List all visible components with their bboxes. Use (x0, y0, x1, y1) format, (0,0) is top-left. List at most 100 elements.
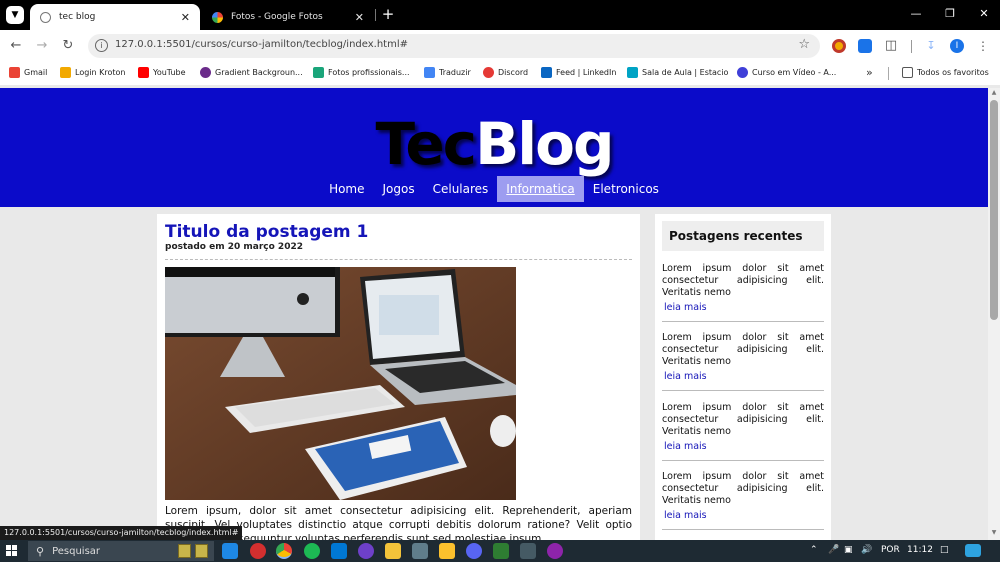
spotify-icon[interactable] (304, 543, 320, 559)
play-icon (737, 67, 748, 78)
recent-post-text: Lorem ipsum dolor sit amet consectetur a… (662, 471, 824, 506)
bookmark-discord[interactable]: Discord (483, 67, 528, 78)
taskbar-search[interactable]: ⚲ Pesquisar (28, 541, 214, 561)
app-icon[interactable] (412, 543, 428, 559)
address-bar[interactable]: i 127.0.0.1:5501/cursos/curso-jamilton/t… (88, 34, 820, 58)
extension-icon[interactable] (832, 39, 846, 53)
main-menu: Home Jogos Celulares Informatica Eletron… (0, 176, 988, 202)
download-icon[interactable]: ↧ (924, 39, 938, 53)
language-indicator[interactable]: POR (881, 545, 900, 555)
microphone-icon[interactable]: 🎤 (828, 545, 839, 555)
recent-post-divider (662, 321, 824, 322)
bookmarks-overflow-icon[interactable]: » (866, 66, 873, 79)
app-icon[interactable] (547, 543, 563, 559)
menu-item-eletronicos[interactable]: Eletronicos (584, 176, 668, 202)
estacio-icon (627, 67, 638, 78)
menu-item-celulares[interactable]: Celulares (424, 176, 498, 202)
globe-icon (40, 11, 51, 23)
post-image (165, 267, 516, 500)
bookmark-gmail[interactable]: Gmail (9, 67, 47, 78)
minimize-icon[interactable]: — (906, 7, 926, 20)
site-logo[interactable]: TecBlog (0, 110, 988, 178)
github-icon[interactable] (358, 543, 374, 559)
bookmark-all-folder[interactable]: Todos os favoritos (902, 67, 989, 78)
bookmark-gradient[interactable]: Gradient Backgroun... (200, 67, 303, 78)
edge-icon[interactable] (222, 543, 238, 559)
bookmark-linkedin[interactable]: Feed | LinkedIn (541, 67, 616, 78)
tab-search-chevron-icon[interactable]: ▼ (6, 6, 24, 24)
restore-icon[interactable]: ❐ (940, 7, 960, 20)
chrome-icon[interactable] (276, 543, 292, 559)
recent-post-divider (662, 460, 824, 461)
opera-icon[interactable] (250, 543, 266, 559)
close-icon[interactable]: ✕ (181, 11, 190, 24)
post-divider (165, 259, 632, 260)
file-explorer-icon[interactable] (385, 543, 401, 559)
tab-title: tec blog (59, 12, 96, 22)
status-bar-url: 127.0.0.1:5501/cursos/curso-jamilton/tec… (0, 526, 243, 540)
notifications-icon[interactable]: □ (940, 545, 949, 555)
volume-icon[interactable]: 🔊 (861, 545, 872, 555)
page-scrollbar[interactable]: ▲ ▼ (988, 88, 1000, 540)
read-more-link[interactable]: leia mais (664, 441, 824, 452)
search-icon: ⚲ (36, 544, 45, 558)
recent-post-text: Lorem ipsum dolor sit amet consectetur a… (662, 263, 824, 298)
bookmark-curso-em-video[interactable]: Curso em Vídeo - A... (737, 67, 836, 78)
search-highlight-icon (178, 544, 191, 558)
bookmark-traduzir[interactable]: Traduzir (424, 67, 471, 78)
bookmark-estacio[interactable]: Sala de Aula | Estacio (627, 67, 728, 78)
recent-post-item: Lorem ipsum dolor sit amet consectetur a… (662, 402, 824, 461)
browser-toolbar: ← → ↻ i 127.0.0.1:5501/cursos/curso-jami… (0, 30, 1000, 61)
recent-post-divider (662, 529, 824, 530)
kroton-icon (60, 67, 71, 78)
folder-icon (902, 67, 913, 78)
translate-icon (424, 67, 435, 78)
menu-item-jogos[interactable]: Jogos (374, 176, 424, 202)
clock[interactable]: 11:12 (907, 545, 933, 555)
bookmark-star-icon[interactable]: ☆ (798, 37, 810, 52)
vscode-icon[interactable] (331, 543, 347, 559)
scroll-up-arrow-icon[interactable]: ▲ (988, 89, 1000, 96)
tray-chevron-icon[interactable]: ⌃ (810, 545, 818, 555)
tab-tec-blog[interactable]: tec blog ✕ (30, 4, 200, 30)
site-info-icon[interactable]: i (95, 39, 108, 52)
menu-item-informatica[interactable]: Informatica (497, 176, 584, 202)
app-icon[interactable] (493, 543, 509, 559)
app-icon[interactable] (520, 543, 536, 559)
windows-start-icon[interactable] (6, 545, 18, 557)
page-viewport: TecBlog Home Jogos Celulares Informatica… (0, 88, 988, 540)
extension-shield-icon[interactable] (858, 39, 872, 53)
discord-taskbar-icon[interactable] (466, 543, 482, 559)
new-tab-plus-icon[interactable]: + (380, 5, 396, 23)
tab-google-fotos[interactable]: Fotos - Google Fotos ✕ (202, 4, 374, 30)
scrollbar-thumb[interactable] (990, 100, 998, 320)
copilot-icon[interactable] (965, 544, 981, 557)
read-more-link[interactable]: leia mais (664, 510, 824, 521)
menu-kebab-icon[interactable]: ⋮ (976, 39, 990, 53)
app-icon[interactable] (439, 543, 455, 559)
read-more-link[interactable]: leia mais (664, 302, 824, 313)
reload-icon[interactable]: ↻ (59, 37, 77, 55)
toolbar-separator (911, 40, 912, 53)
scroll-down-arrow-icon[interactable]: ▼ (988, 529, 1000, 536)
logo-tec: Tec (375, 110, 477, 178)
read-more-link[interactable]: leia mais (664, 371, 824, 382)
tab-title: Fotos - Google Fotos (231, 12, 323, 22)
bookmark-login-kroton[interactable]: Login Kroton (60, 67, 125, 78)
menu-item-home[interactable]: Home (320, 176, 373, 202)
taskbar-search-label: Pesquisar (52, 545, 101, 557)
bookmark-fotos[interactable]: Fotos profissionais... (313, 67, 410, 78)
profile-avatar[interactable]: I (950, 39, 964, 53)
address-url[interactable]: 127.0.0.1:5501/cursos/curso-jamilton/tec… (115, 39, 408, 50)
back-arrow-icon[interactable]: ← (7, 37, 25, 55)
sidebar-title: Postagens recentes (662, 221, 824, 251)
window-close-icon[interactable]: ✕ (974, 7, 994, 20)
forward-arrow-icon[interactable]: → (33, 37, 51, 55)
bookmark-youtube[interactable]: YouTube (138, 67, 186, 78)
google-photos-icon (212, 11, 223, 23)
close-icon[interactable]: ✕ (355, 11, 364, 24)
post-date: postado em 20 março 2022 (165, 242, 303, 252)
post-title[interactable]: Titulo da postagem 1 (165, 222, 368, 242)
extensions-puzzle-icon[interactable]: ◫ (884, 39, 898, 53)
network-icon[interactable]: ▣ (844, 545, 853, 555)
